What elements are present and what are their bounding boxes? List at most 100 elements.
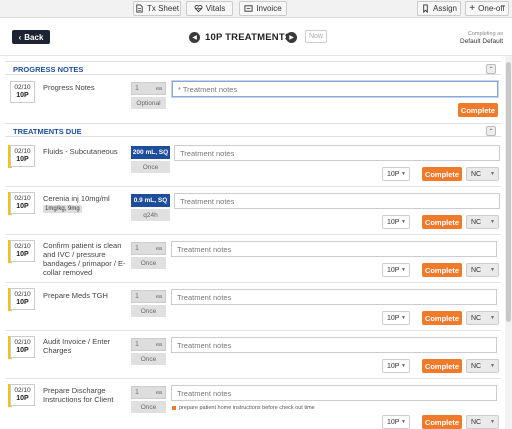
chevron-down-icon: ▼ xyxy=(490,363,495,369)
vitals-label: Vitals xyxy=(205,4,226,13)
treatment-quantity[interactable]: 1 ea xyxy=(131,338,166,351)
treatment-notes-input[interactable]: Treatment notes xyxy=(171,241,497,257)
chevron-down-icon: ▼ xyxy=(401,219,406,225)
treatment-date: 02/10 10P xyxy=(10,336,35,358)
chevron-left-icon: ‹ xyxy=(18,32,22,42)
progress-notes-input[interactable]: * Treatment notes xyxy=(172,81,498,97)
treatment-complete-button[interactable]: Complete xyxy=(422,215,462,229)
nc-select[interactable]: NC ▼ xyxy=(466,359,499,373)
treatment-name: Audit Invoice / Enter Charges xyxy=(43,337,111,355)
invoice-icon xyxy=(244,5,253,12)
treatment-quantity[interactable]: 1 ea xyxy=(131,242,166,255)
nc-select[interactable]: NC ▼ xyxy=(466,167,499,181)
back-button[interactable]: ‹ Back xyxy=(12,30,50,44)
row-divider xyxy=(5,282,501,283)
treatment-quantity[interactable]: 0.9 mL, SQ xyxy=(131,194,170,207)
treatment-complete-button[interactable]: Complete xyxy=(422,311,462,325)
chevron-down-icon: ▼ xyxy=(490,419,495,425)
chevron-down-icon: ▼ xyxy=(490,315,495,321)
document-icon xyxy=(136,4,143,13)
nc-select[interactable]: NC ▼ xyxy=(466,263,499,277)
assign-label: Assign xyxy=(432,4,457,13)
time-select[interactable]: 10P ▼ xyxy=(382,263,410,277)
chevron-down-icon: ▼ xyxy=(401,363,406,369)
tx-sheet-label: Tx Sheet xyxy=(146,4,179,13)
nc-select[interactable]: NC ▼ xyxy=(466,215,499,229)
treatment-date: 02/10 10P xyxy=(10,240,35,262)
treatment-complete-button[interactable]: Complete xyxy=(422,167,462,181)
chevron-down-icon: ▼ xyxy=(401,315,406,321)
triangle-right-icon: ▶ xyxy=(289,35,294,41)
treatment-quantity[interactable]: 1 ea xyxy=(131,290,166,303)
scrollbar-thumb[interactable] xyxy=(506,62,511,322)
completing-as-user: Default Default xyxy=(460,38,503,45)
heart-pulse-icon xyxy=(194,5,203,13)
treatments-due-title: TREATMENTS DUE xyxy=(13,127,82,136)
triangle-left-icon: ◀ xyxy=(192,35,197,41)
treatment-complete-button[interactable]: Complete xyxy=(422,359,462,373)
progress-notes-date: 02/10 10P xyxy=(10,81,35,103)
previous-time-button[interactable]: ◀ xyxy=(189,32,200,43)
one-off-label: One-off xyxy=(478,4,505,13)
page-header: ‹ Back ◀ 10P TREATMENTS ▶ Now Completing… xyxy=(0,18,512,56)
one-off-button[interactable]: + One-off xyxy=(465,1,509,16)
row-divider xyxy=(5,186,501,187)
time-select[interactable]: 10P ▼ xyxy=(382,215,410,229)
treatment-date: 02/10 10P xyxy=(10,145,35,167)
treatment-complete-button[interactable]: Complete xyxy=(422,415,462,429)
progress-notes-qty[interactable]: 1 ea xyxy=(131,82,166,95)
collapse-treatments-button[interactable]: ⌃ xyxy=(486,126,496,136)
treatment-instruction: prepare patient home instructions before… xyxy=(172,405,315,411)
row-divider xyxy=(5,378,501,379)
treatment-frequency: Once xyxy=(131,401,166,413)
progress-notes-name: Progress Notes xyxy=(43,83,95,92)
time-select[interactable]: 10P ▼ xyxy=(382,311,410,325)
treatment-frequency: Once xyxy=(131,353,166,365)
chevron-down-icon: ▼ xyxy=(401,419,406,425)
treatment-name: Cerenia inj 10mg/ml 1mg/kg, 9mg xyxy=(43,194,110,213)
now-button[interactable]: Now xyxy=(305,30,327,43)
nc-select[interactable]: NC ▼ xyxy=(466,415,499,429)
collapse-progress-notes-button[interactable]: ⌃ xyxy=(486,64,496,74)
chevron-down-icon: ▼ xyxy=(401,267,406,273)
row-divider xyxy=(5,234,501,235)
treatments-due-section-header: TREATMENTS DUE ⌃ xyxy=(5,123,501,137)
treatment-name: Prepare Meds TGH xyxy=(43,291,108,300)
treatment-notes-input[interactable]: Treatment notes xyxy=(171,337,497,353)
bookmark-icon xyxy=(423,4,428,13)
nc-select[interactable]: NC ▼ xyxy=(466,311,499,325)
vitals-button[interactable]: Vitals xyxy=(186,1,233,16)
treatment-notes-input[interactable]: Treatment notes xyxy=(171,289,497,305)
page-title: 10P TREATMENTS xyxy=(205,32,292,43)
treatment-notes-input[interactable]: Treatment notes xyxy=(174,193,500,209)
invoice-button[interactable]: Invoice xyxy=(239,1,287,16)
time-select[interactable]: 10P ▼ xyxy=(382,415,410,429)
chevron-up-icon: ⌃ xyxy=(488,66,494,73)
treatment-frequency: Once xyxy=(131,257,166,269)
row-divider xyxy=(5,330,501,331)
back-label: Back xyxy=(24,32,44,42)
treatment-date: 02/10 10P xyxy=(10,384,35,406)
treatment-date: 02/10 10P xyxy=(10,192,35,214)
treatment-quantity[interactable]: 200 mL, SQ xyxy=(131,146,170,159)
treatment-date: 02/10 10P xyxy=(10,288,35,310)
progress-notes-frequency: Optional xyxy=(131,97,166,109)
treatment-frequency: Once xyxy=(131,161,170,173)
completing-as-label: Completing as xyxy=(467,31,503,37)
treatment-name: Prepare Discharge Instructions for Clien… xyxy=(43,386,114,404)
time-select[interactable]: 10P ▼ xyxy=(382,167,410,181)
treatment-quantity[interactable]: 1 ea xyxy=(131,386,166,399)
assign-button[interactable]: Assign xyxy=(417,1,461,16)
treatment-complete-button[interactable]: Complete xyxy=(422,263,462,277)
treatment-notes-input[interactable]: Treatment notes xyxy=(174,145,500,161)
instruction-bullet-icon xyxy=(172,406,176,410)
treatment-notes-input[interactable]: Treatment notes xyxy=(171,385,497,401)
tx-sheet-button[interactable]: Tx Sheet xyxy=(133,1,181,16)
scrollbar[interactable] xyxy=(505,56,512,429)
time-select[interactable]: 10P ▼ xyxy=(382,359,410,373)
completing-as: Completing as Default Default xyxy=(460,30,503,46)
chevron-down-icon: ▼ xyxy=(401,171,406,177)
top-toolbar: Tx Sheet Vitals Invoice Assign + One-off xyxy=(0,0,512,18)
next-time-button[interactable]: ▶ xyxy=(286,32,297,43)
progress-notes-complete-button[interactable]: Complete xyxy=(458,103,498,117)
